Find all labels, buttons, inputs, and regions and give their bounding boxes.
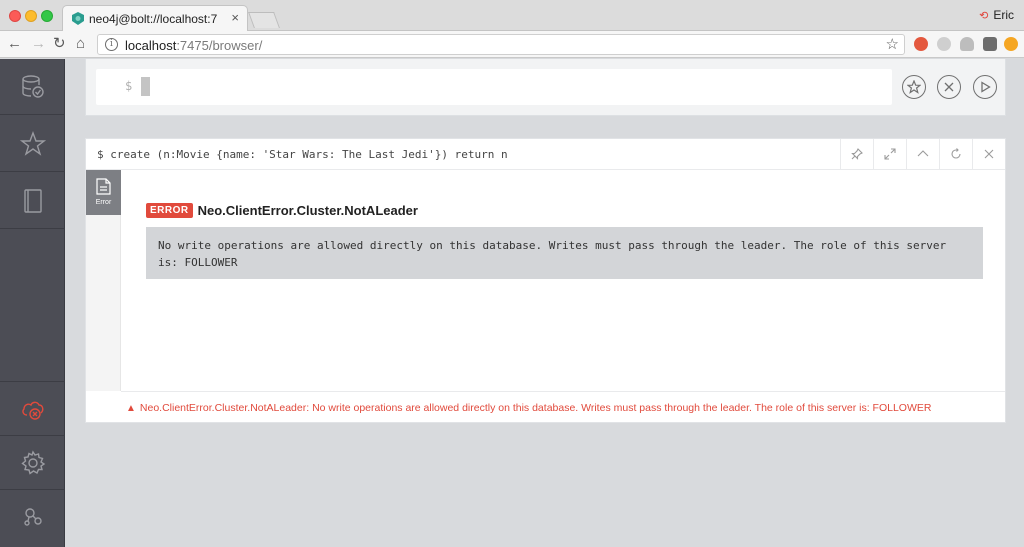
forward-arrow-icon[interactable]: → [31,34,46,54]
collapse-button[interactable] [906,139,939,169]
url-text[interactable]: localhost:7475/browser/ [125,38,262,53]
home-icon[interactable]: ⌂ [76,34,85,54]
database-icon [21,74,44,98]
bookmark-star-icon[interactable]: ☆ [886,35,899,53]
query-editor-input[interactable]: $ [96,69,892,105]
tab-close-icon[interactable]: × [231,10,239,25]
close-frame-button[interactable] [972,139,1005,169]
error-code: Neo.ClientError.Cluster.NotALeader [197,203,418,218]
error-message: No write operations are allowed directly… [146,227,983,279]
new-tab-button[interactable] [248,12,280,28]
status-message-text: Neo.ClientError.Cluster.NotALeader: No w… [139,402,932,414]
star-outline-icon [907,80,921,94]
rerun-button[interactable] [939,139,972,169]
extension-1-icon[interactable] [914,37,928,51]
profile-name: Eric [993,8,1014,22]
chevron-up-icon [917,150,929,157]
fullscreen-button[interactable] [873,139,906,169]
error-badge: ERROR [146,203,193,218]
book-icon [23,188,42,213]
editor-cursor [141,77,150,96]
profile-icon: ⟲ [979,9,989,22]
close-icon [944,82,954,92]
browser-toolbar: ← → ↻ ⌂ i localhost:7475/browser/ ☆ [0,31,1024,58]
query-editor-bar: $ [85,59,1006,116]
sidebar-item-documents[interactable] [0,173,65,229]
back-arrow-icon[interactable]: ← [7,34,22,54]
extension-5-icon[interactable] [1004,37,1018,51]
star-icon [19,130,46,156]
frame-status-bar: ▲ Neo.ClientError.Cluster.NotALeader: No… [121,391,1005,422]
gear-icon [20,449,45,475]
frame-tab-rail [86,215,121,391]
tab-title: neo4j@bolt://localhost:7688 [89,12,217,26]
cloud-error-icon [21,401,43,420]
refresh-icon [951,148,961,159]
neo4j-favicon-icon [72,12,84,25]
frame-tab-error[interactable]: Error [86,170,121,215]
document-icon [96,178,111,195]
error-title: ERROR Neo.ClientError.Cluster.NotALeader [146,203,418,218]
browser-tab[interactable]: neo4j@bolt://localhost:7688 × [62,5,248,31]
reload-icon[interactable]: ↻ [53,34,66,54]
extension-3-icon[interactable] [960,37,974,51]
result-frame: $ create (n:Movie {name: 'Star Wars: The… [85,138,1006,423]
profile-button[interactable]: ⟲ Eric [979,8,1014,22]
sidebar-item-favorites[interactable] [0,116,65,172]
sidebar [0,59,65,547]
address-bar[interactable]: i localhost:7475/browser/ ☆ [97,34,905,55]
extension-2-icon[interactable] [937,37,951,51]
frame-command[interactable]: $ create (n:Movie {name: 'Star Wars: The… [97,148,508,161]
sidebar-item-connection-status[interactable] [0,381,65,435]
pin-button[interactable] [840,139,873,169]
editor-prompt: $ [125,79,133,93]
maximize-window-button[interactable] [41,10,53,22]
browser-tab-strip: neo4j@bolt://localhost:7688 × ⟲ Eric [0,0,1024,31]
info-icon[interactable]: i [105,38,118,51]
pin-icon [851,148,863,160]
favorite-query-button[interactable] [902,75,926,99]
clear-editor-button[interactable] [937,75,961,99]
neo4j-icon [23,507,42,526]
play-icon [981,81,991,93]
frame-tab-label: Error [95,199,112,206]
minimize-window-button[interactable] [25,10,37,22]
warning-icon: ▲ [126,402,136,414]
expand-icon [884,148,896,160]
frame-header: $ create (n:Movie {name: 'Star Wars: The… [86,139,1005,170]
sidebar-item-database[interactable] [0,59,65,115]
sidebar-item-about[interactable] [0,489,65,543]
extension-4-icon[interactable] [983,37,997,51]
sidebar-item-settings[interactable] [0,435,65,489]
close-icon [984,149,994,159]
status-message: ▲ Neo.ClientError.Cluster.NotALeader: No… [126,402,931,414]
frame-actions [840,139,1005,169]
close-window-button[interactable] [9,10,21,22]
run-query-button[interactable] [973,75,997,99]
